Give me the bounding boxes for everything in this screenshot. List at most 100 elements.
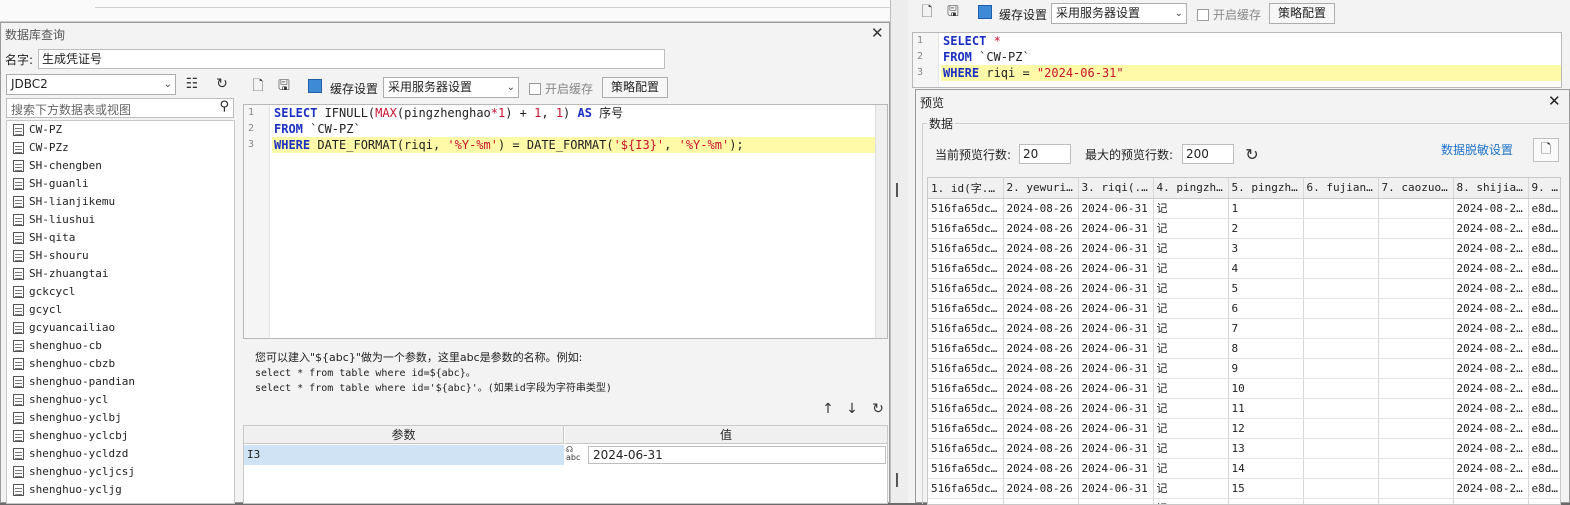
table-row[interactable]: 516fa65dc... 2024-08-26 2024-06-31 记 10 2024-… — [928, 378, 1560, 399]
preview-icon[interactable]: 🗋 — [916, 2, 938, 24]
sql-editor[interactable]: 1 2 3 SELECT IFNULL(MAX(pingzhenghao*1) … — [243, 104, 888, 339]
refresh-icon[interactable]: ↻ — [1241, 143, 1263, 165]
table-row[interactable]: 516fa65dc... 2024-08-26 2024-06-31 记 12 2024-… — [928, 418, 1560, 439]
column-header[interactable]: 8. shijia... — [1453, 178, 1529, 199]
grid-cell: 516fa65dc... — [928, 318, 1004, 339]
table-item[interactable]: gcyuancailiao — [7, 319, 234, 337]
table-search-input[interactable]: 搜索下方数据表或视图 ⚲ — [6, 98, 234, 118]
table-row[interactable]: 516fa65dc... 2024-08-26 2024-06-31 记 5 2024-0… — [928, 278, 1560, 299]
table-item[interactable]: shenghuo-cbzb — [7, 355, 234, 373]
table-row[interactable]: 516fa65dc... 2024-08-26 2024-06-31 记 3 2024-0… — [928, 238, 1560, 259]
table-item[interactable]: SH-zhuangtai — [7, 265, 234, 283]
enable-cache-checkbox[interactable]: 开启缓存 — [1197, 6, 1261, 23]
grid-cell: 2024-06-31 — [1078, 338, 1154, 359]
table-item[interactable]: CW-PZz — [7, 139, 234, 157]
table-row[interactable]: 516fa65dc... 2024-08-26 2024-06-31 记 1 2024-0… — [928, 198, 1560, 219]
table-item[interactable]: shenghuo-ycl — [7, 391, 234, 409]
close-icon[interactable]: ✕ — [1548, 92, 1561, 110]
table-item-label: CW-PZz — [29, 141, 69, 154]
column-header[interactable]: 2. yewuri... — [1003, 178, 1079, 199]
table-item[interactable]: shenghuo-ycljcsj — [7, 463, 234, 481]
splitter[interactable] — [237, 73, 241, 504]
connection-value: JDBC2 — [11, 77, 48, 91]
column-header[interactable]: 1. id(字... — [928, 178, 1004, 199]
table-item[interactable]: SH-guanli — [7, 175, 234, 193]
grid-cell: 记 — [1153, 358, 1229, 379]
grid-cell: e8dea5 — [1528, 278, 1560, 299]
arrow-up-icon[interactable]: ↑ — [817, 398, 839, 420]
table-settings-icon[interactable]: ☷ — [181, 73, 203, 95]
table-item[interactable]: SH-liushui — [7, 211, 234, 229]
save-icon[interactable]: 🖫 — [273, 76, 295, 98]
table-row[interactable]: 516fa65dc... 2024-08-26 2024-06-31 记 4 2024-0… — [928, 258, 1560, 279]
table-item[interactable]: shenghuo-yclcbj — [7, 427, 234, 445]
refresh-icon[interactable]: ↻ — [211, 73, 233, 95]
grid-cell: 记 — [1153, 338, 1229, 359]
column-header[interactable]: 3. riqi(... — [1078, 178, 1154, 199]
db-query-window: 数据库查询 ✕ 名字: 生成凭证号 JDBC2 ⌄ ☷ ↻ 搜索下方数据表或视图… — [0, 22, 890, 504]
table-row[interactable]: 516fa65dc... 2024-08-26 2024-06-31 记 7 2024-0… — [928, 318, 1560, 339]
refresh-params-icon[interactable]: ↻ — [867, 398, 889, 420]
table-row[interactable]: 516fa65dc... 2024-08-26 2024-06-31 记 6 2024-0… — [928, 298, 1560, 319]
enable-cache-label: 开启缓存 — [1213, 8, 1262, 22]
table-item[interactable]: shenghuo-cb — [7, 337, 234, 355]
export-icon[interactable]: 🗋 — [1533, 138, 1559, 162]
table-item[interactable]: shenghuo-ycldzd — [7, 445, 234, 463]
connection-select[interactable]: JDBC2 ⌄ — [6, 74, 176, 95]
editor-scrollbar[interactable] — [875, 105, 887, 338]
grid-cell: 2024-06-31 — [1078, 398, 1154, 419]
param-name-cell[interactable]: I3 — [244, 445, 564, 465]
name-input[interactable]: 生成凭证号 — [38, 49, 665, 69]
strategy-config-button[interactable]: 策略配置 — [1269, 3, 1336, 24]
grid-cell: 2024-08-26 — [1003, 318, 1079, 339]
param-type-icon[interactable]: ☊ abc — [566, 446, 586, 464]
cache-select[interactable]: 采用服务器设置 ⌄ — [383, 77, 519, 98]
table-row[interactable]: 516fa65d...2024-08-262024-06-31记16 2024-0… — [928, 498, 1560, 504]
table-item[interactable]: shenghuo-ycljg — [7, 481, 234, 499]
cache-icon — [308, 79, 322, 93]
table-item[interactable]: SH-shouru — [7, 247, 234, 265]
column-header[interactable]: 6. fujian... — [1303, 178, 1379, 199]
column-header[interactable]: 9. lia — [1528, 178, 1560, 199]
arrow-down-icon[interactable]: ↓ — [841, 398, 863, 420]
grid-cell: 16 — [1228, 498, 1304, 504]
grid-cell — [1303, 378, 1379, 399]
sql-editor-2[interactable]: 1 2 3 SELECT * FROM `CW-PZ` WHERE riqi =… — [912, 32, 1562, 88]
table-item[interactable]: gcycl — [7, 301, 234, 319]
grid-cell: 记 — [1153, 478, 1229, 499]
grid-cell — [1378, 418, 1454, 439]
current-rows-input[interactable]: 20 — [1019, 144, 1071, 164]
table-item[interactable]: shenghuo-pandian — [7, 373, 234, 391]
preview-icon[interactable]: 🗋 — [247, 76, 269, 98]
save-icon[interactable]: 🖫 — [942, 2, 964, 24]
help-text-3: select * from table where id='${abc}'。(如… — [255, 383, 612, 394]
data-group-label: 数据 — [927, 115, 956, 132]
column-header[interactable]: 7. caozuo... — [1378, 178, 1454, 199]
table-item[interactable]: gckcycl — [7, 283, 234, 301]
param-value-input[interactable]: 2024-06-31 — [588, 446, 886, 464]
enable-cache-checkbox[interactable]: 开启缓存 — [529, 80, 593, 97]
table-row[interactable]: 516fa65dc... 2024-08-26 2024-06-31 记 8 2024-0… — [928, 338, 1560, 359]
table-row[interactable]: 516fa65dc... 2024-08-26 2024-06-31 记 14 2024-… — [928, 458, 1560, 479]
grid-cell: 2024-08-2... — [1453, 438, 1529, 459]
max-rows-input[interactable]: 200 — [1182, 144, 1234, 164]
table-item[interactable]: shenghuo-yclbj — [7, 409, 234, 427]
table-row[interactable]: 516fa65dc... 2024-08-26 2024-06-31 记 13 2024-… — [928, 438, 1560, 459]
table-row[interactable]: 516fa65dc... 2024-08-26 2024-06-31 记 9 2024-0… — [928, 358, 1560, 379]
table-row[interactable]: 516fa65dc... 2024-08-26 2024-06-31 记 11 2024-… — [928, 398, 1560, 419]
table-item[interactable]: CW-PZ — [7, 121, 234, 139]
table-item[interactable]: SH-qita — [7, 229, 234, 247]
column-header[interactable]: 5. pingzh... — [1228, 178, 1304, 199]
grid-cell: 2024-06-31 — [1078, 258, 1154, 279]
grid-cell — [1303, 498, 1379, 504]
table-item[interactable]: SH-lianjikemu — [7, 193, 234, 211]
cache-select[interactable]: 采用服务器设置 ⌄ — [1051, 3, 1187, 24]
table-row[interactable]: 516fa65dc... 2024-08-26 2024-06-31 记 15 2024-… — [928, 478, 1560, 499]
column-header[interactable]: 4. pingzh... — [1153, 178, 1229, 199]
table-item[interactable]: SH-chengben — [7, 157, 234, 175]
search-placeholder: 搜索下方数据表或视图 — [11, 103, 132, 117]
desensitize-link[interactable]: 数据脱敏设置 — [1441, 141, 1513, 158]
table-row[interactable]: 516fa65dc... 2024-08-26 2024-06-31 记 2 2024-0… — [928, 218, 1560, 239]
strategy-config-button[interactable]: 策略配置 — [602, 77, 669, 98]
close-icon[interactable]: ✕ — [871, 24, 884, 42]
